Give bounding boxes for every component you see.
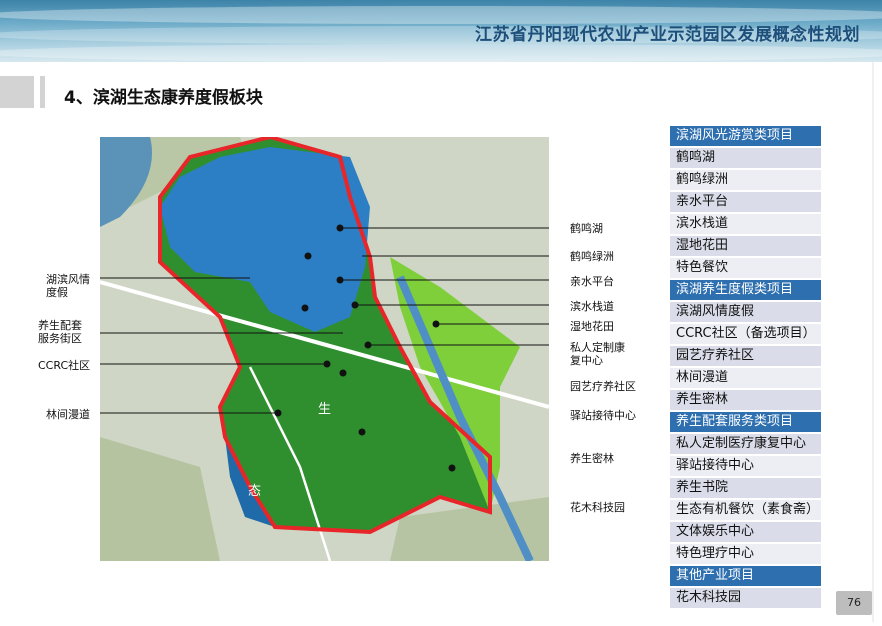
list-item: 鹤鸣湖 [670, 148, 821, 168]
list-item: 滨湖风情度假 [670, 302, 821, 322]
list-item: 亲水平台 [670, 192, 821, 212]
site-map: 生 态 [100, 137, 549, 561]
list-item: 林间漫道 [670, 368, 821, 388]
list-item: 花木科技园 [670, 588, 821, 608]
list-item: 特色理疗中心 [670, 544, 821, 564]
list-item: 养生密林 [670, 390, 821, 410]
label-heming-oasis: 鹤鸣绿洲 [570, 250, 614, 263]
section-title: 4、滨湖生态康养度假板块 [64, 88, 263, 108]
label-ccrc: CCRC社区 [38, 359, 91, 372]
list-item: CCRC社区（备选项目） [670, 324, 821, 344]
label-rehab-center: 私人定制康 复中心 [570, 341, 625, 367]
label-heming-lake: 鹤鸣湖 [570, 222, 603, 235]
list-header: 滨湖养生度假类项目 [670, 280, 821, 300]
wave-decoration [0, 44, 882, 62]
list-header: 滨湖风光游赏类项目 [670, 126, 821, 146]
document-title: 江苏省丹阳现代农业产业示范园区发展概念性规划 [475, 25, 860, 45]
list-header: 其他产业项目 [670, 566, 821, 586]
page-number: 76 [836, 591, 872, 615]
overlay-char-2: 态 [248, 484, 261, 499]
label-horticulture-community: 园艺疗养社区 [570, 380, 636, 393]
list-item: 文体娱乐中心 [670, 522, 821, 542]
label-waterside-platform: 亲水平台 [570, 275, 614, 288]
project-list: 滨湖风光游赏类项目 鹤鸣湖 鹤鸣绿洲 亲水平台 滨水栈道 湿地花田 特色餐饮 滨… [670, 126, 821, 610]
label-flower-tech-park: 花木科技园 [570, 501, 625, 514]
label-lakeside-resort: 湖滨风情 度假 [46, 273, 90, 299]
list-item: 滨水栈道 [670, 214, 821, 234]
label-reception-center: 驿站接待中心 [570, 409, 636, 422]
list-item: 园艺疗养社区 [670, 346, 821, 366]
list-item: 驿站接待中心 [670, 456, 821, 476]
list-item: 湿地花田 [670, 236, 821, 256]
section-marker-bar [40, 76, 45, 108]
label-service-street: 养生配套 服务街区 [38, 319, 82, 345]
list-item: 特色餐饮 [670, 258, 821, 278]
section-marker [0, 76, 34, 108]
divider [872, 62, 874, 622]
list-item: 鹤鸣绿洲 [670, 170, 821, 190]
list-header: 养生配套服务类项目 [670, 412, 821, 432]
label-health-forest: 养生密林 [570, 452, 614, 465]
list-item: 私人定制医疗康复中心 [670, 434, 821, 454]
label-wetland-flowers: 湿地花田 [570, 320, 614, 333]
label-forest-trail: 林间漫道 [46, 408, 90, 421]
label-waterfront-boardwalk: 滨水栈道 [570, 300, 614, 313]
list-item: 养生书院 [670, 478, 821, 498]
header-banner: 江苏省丹阳现代农业产业示范园区发展概念性规划 [0, 0, 882, 62]
overlay-char-1: 生 [318, 402, 331, 417]
list-item: 生态有机餐饮（素食斋） [670, 500, 821, 520]
